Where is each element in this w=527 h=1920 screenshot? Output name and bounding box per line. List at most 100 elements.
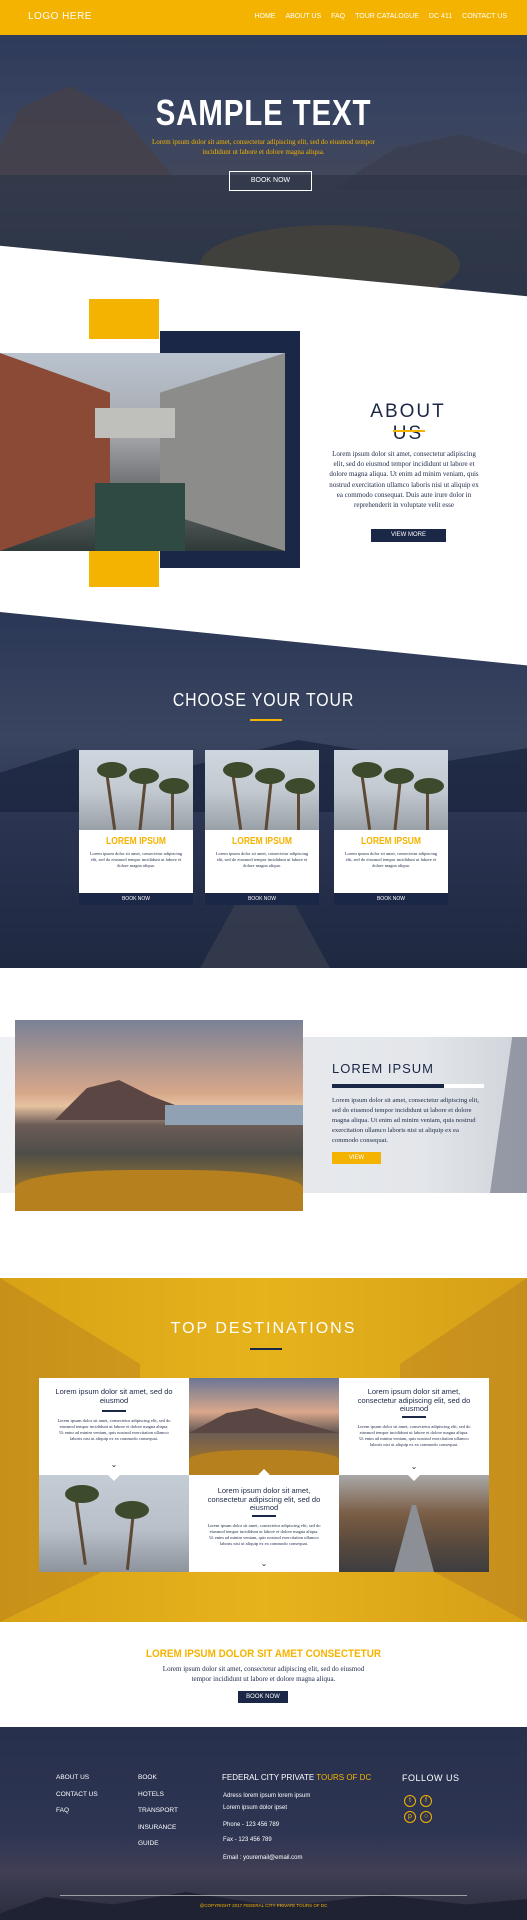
about-divider — [393, 430, 425, 432]
footer-email[interactable]: Email : youremail@email.com — [223, 1855, 302, 1861]
destination-text-tile[interactable]: Lorem ipsum dolor sit amet, sed do eiusm… — [39, 1378, 189, 1475]
palm-trunk — [263, 776, 274, 830]
footer-copyright: @COPYRIGHT 2017 FEDERAL CITY PRIVATE TOU… — [199, 1903, 328, 1908]
pinterest-icon[interactable]: p — [404, 1811, 416, 1823]
footer-link-transport[interactable]: TRANSPORT — [138, 1803, 178, 1820]
tour-card-text: Lorem ipsum dolor sit amet, consectetur … — [215, 851, 309, 868]
footer-link-about-us[interactable]: ABOUT US — [56, 1770, 98, 1787]
tour-card: LOREM IPSUM Lorem ipsum dolor sit amet, … — [334, 750, 448, 905]
tours-divider — [250, 719, 282, 721]
tile-pointer — [108, 1475, 120, 1481]
photo-bridge — [95, 408, 175, 438]
tour-card: LOREM IPSUM Lorem ipsum dolor sit amet, … — [79, 750, 193, 905]
footer-link-book[interactable]: BOOK — [138, 1770, 178, 1787]
facebook-icon[interactable]: f — [420, 1795, 432, 1807]
twitter-icon[interactable]: t — [404, 1795, 416, 1807]
feature-title: LOREM IPSUM — [332, 1061, 435, 1076]
palm-trunk — [125, 1510, 136, 1570]
destination-photo-tile — [189, 1378, 339, 1475]
nav-item-contact-us[interactable]: CONTACT US — [462, 13, 507, 20]
chevron-down-icon[interactable]: ⌄ — [109, 1460, 119, 1470]
palm-fronds — [285, 778, 315, 794]
main-nav: HOME ABOUT US FAQ TOUR CATALOGUE DC 411 … — [254, 13, 507, 20]
photo-sea — [165, 1105, 303, 1125]
palm-fronds — [129, 768, 159, 784]
palm-fronds — [352, 762, 382, 778]
tour-card-title: LOREM IPSUM — [361, 836, 421, 847]
about-view-more-button[interactable]: VIEW MORE — [371, 529, 446, 542]
hero-text: Lorem ipsum dolor sit amet, consectetur … — [152, 138, 375, 156]
nav-item-home[interactable]: HOME — [254, 13, 275, 20]
destination-tile-text: Lorem ipsum dolor sit amet, consectetur … — [57, 1418, 171, 1441]
destinations-title: TOP DESTINATIONS — [170, 1320, 357, 1337]
tour-card-photo — [205, 750, 319, 830]
feature-divider — [444, 1084, 484, 1088]
palm-trunk — [359, 770, 372, 830]
tour-card-text: Lorem ipsum dolor sit amet, consectetur … — [344, 851, 438, 868]
destination-tile-title: Lorem ipsum dolor sit amet, consectetur … — [207, 1486, 321, 1512]
feature-text: Lorem ipsum dolor sit amet, consectetur … — [332, 1097, 480, 1144]
feature-background-shade — [490, 1037, 527, 1193]
feature-landscape-photo — [15, 1020, 303, 1211]
destination-text-tile[interactable]: Lorem ipsum dolor sit amet, consectetur … — [189, 1475, 339, 1572]
palm-trunk — [74, 1495, 87, 1565]
footer-phone: Phone - 123 456 789 — [223, 1822, 280, 1828]
nav-item-faq[interactable]: FAQ — [331, 13, 345, 20]
tile-pointer — [408, 1475, 420, 1481]
tile-pointer — [258, 1469, 270, 1475]
footer-link-contact-us[interactable]: CONTACT US — [56, 1787, 98, 1804]
cta-text: Lorem ipsum dolor sit amet, consectetur … — [162, 1665, 365, 1683]
footer-link-faq[interactable]: FAQ — [56, 1803, 98, 1820]
photo-mountain — [189, 1408, 339, 1433]
cta-book-now-button[interactable]: BOOK NOW — [238, 1691, 288, 1703]
photo-shrubs — [15, 1170, 303, 1211]
nav-item-tour-catalogue[interactable]: TOUR CATALOGUE — [355, 13, 419, 20]
destination-text-tile[interactable]: Lorem ipsum dolor sit amet, consectetur … — [339, 1378, 489, 1475]
about-title: ABOUT US — [370, 401, 446, 444]
destination-tile-text: Lorem ipsum dolor sit amet, consectetur … — [207, 1523, 321, 1546]
destination-tile-divider — [102, 1410, 126, 1412]
tour-card-book-now-button[interactable]: BOOK NOW — [205, 893, 319, 905]
about-venice-photo — [0, 353, 285, 551]
palm-fronds — [223, 762, 253, 778]
instagram-icon[interactable]: ○ — [420, 1811, 432, 1823]
footer-address-line: Adress lorem ipsum lorem ipsum — [223, 1793, 311, 1799]
photo-canal — [95, 483, 185, 551]
palm-fronds — [97, 762, 127, 778]
feature-view-button[interactable]: VIEW — [332, 1152, 381, 1164]
hero-book-now-button[interactable]: BOOK NOW — [229, 171, 312, 191]
tour-card-book-now-button[interactable]: BOOK NOW — [79, 893, 193, 905]
palm-trunk — [230, 770, 243, 830]
about-text: Lorem ipsum dolor sit amet, consectetur … — [329, 450, 479, 510]
palm-fronds — [115, 1501, 149, 1519]
chevron-down-icon[interactable]: ⌄ — [259, 1559, 269, 1569]
destination-tile-title: Lorem ipsum dolor sit amet, sed do eiusm… — [55, 1387, 173, 1405]
palm-fronds — [414, 778, 444, 794]
palm-trunk — [392, 776, 403, 830]
footer-link-guide[interactable]: GUIDE — [138, 1836, 178, 1853]
footer-link-insurance[interactable]: INSURANCE — [138, 1820, 178, 1837]
nav-item-dc-411[interactable]: DC 411 — [429, 13, 452, 20]
palm-fronds — [159, 778, 189, 794]
chevron-down-icon[interactable]: ⌄ — [409, 1462, 419, 1472]
logo[interactable]: LOGO HERE — [28, 11, 92, 22]
footer-divider — [60, 1895, 467, 1896]
footer-links-column: BOOK HOTELS TRANSPORT INSURANCE GUIDE — [138, 1770, 178, 1853]
footer-link-hotels[interactable]: HOTELS — [138, 1787, 178, 1804]
tour-card-photo — [334, 750, 448, 830]
footer-address-line: Lorem ipsum dolor ipset — [223, 1805, 288, 1811]
footer-fax: Fax - 123 456 789 — [223, 1837, 272, 1843]
tour-card-photo — [79, 750, 193, 830]
photo-bridge — [394, 1505, 434, 1572]
footer-brand-highlight: TOURS OF DC — [316, 1773, 372, 1782]
tour-card-book-now-button[interactable]: BOOK NOW — [334, 893, 448, 905]
footer-follow-title: FOLLOW US — [402, 1773, 460, 1783]
destination-tile-title: Lorem ipsum dolor sit amet, consectetur … — [357, 1387, 471, 1413]
hero-title: SAMPLE TEXT — [155, 92, 372, 133]
footer-brand: FEDERAL CITY PRIVATE TOURS OF DC — [222, 1773, 371, 1782]
nav-item-about-us[interactable]: ABOUT US — [285, 13, 321, 20]
palm-fronds — [255, 768, 285, 784]
tour-card: LOREM IPSUM Lorem ipsum dolor sit amet, … — [205, 750, 319, 905]
destination-tile-divider — [402, 1416, 426, 1418]
destination-tile-divider — [252, 1515, 276, 1517]
